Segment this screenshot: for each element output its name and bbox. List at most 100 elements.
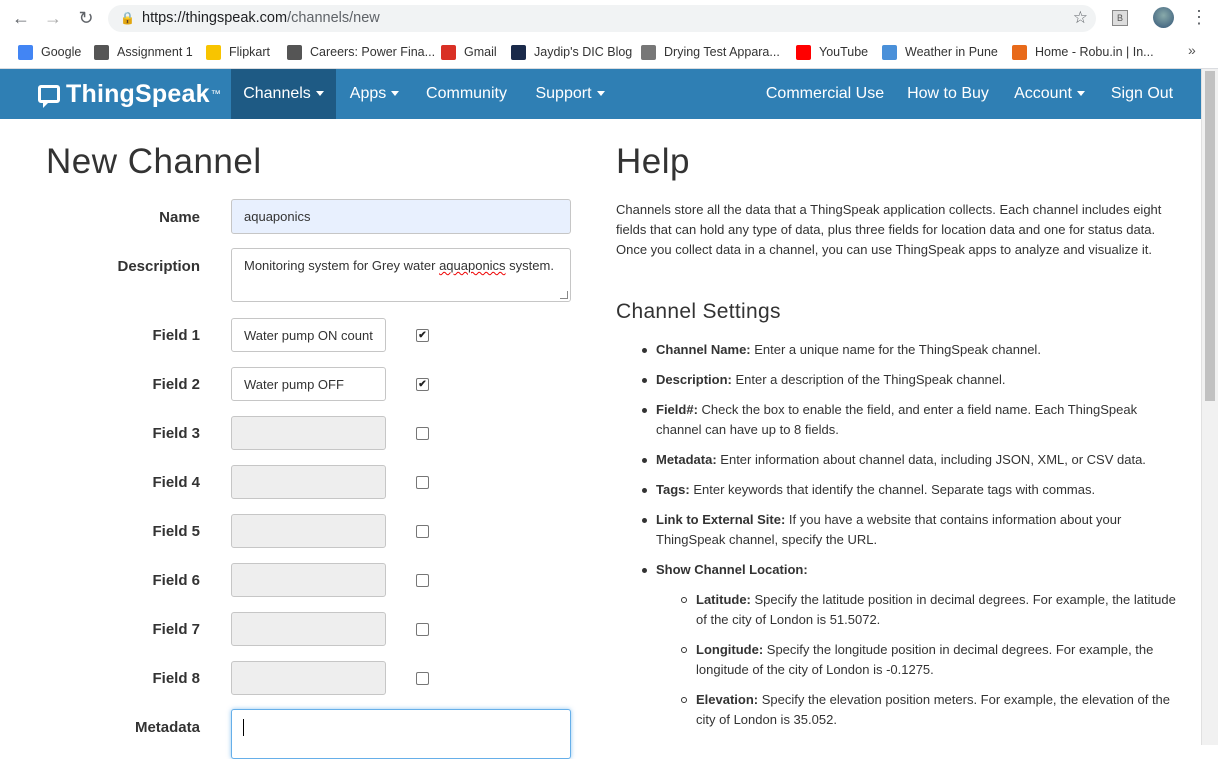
bookmark-item[interactable]: Jaydip's DIC Blog <box>511 42 632 62</box>
help-intro-text: Channels store all the data that a Thing… <box>616 202 1162 257</box>
bookmark-label: Assignment 1 <box>117 45 193 59</box>
help-sub-item: Latitude: Specify the latitude position … <box>696 592 1176 627</box>
nav-how-to-buy[interactable]: How to Buy <box>895 69 1001 119</box>
field-3-input[interactable] <box>231 416 386 450</box>
bookmarks-bar: Google Assignment 1 Flipkart Careers: Power… <box>0 36 1218 69</box>
globe-icon <box>94 44 109 60</box>
nav-channels[interactable]: Channels <box>231 69 336 119</box>
field-2-label: Field 2 <box>152 376 200 393</box>
name-label: Name <box>159 209 200 226</box>
bookmark-label: Careers: Power Fina... <box>310 45 436 59</box>
bookmark-item[interactable]: Home - Robu.in | In... <box>1012 42 1154 62</box>
bookmark-item[interactable]: Google <box>18 42 81 62</box>
help-list-item: Tags: Enter keywords that identify the c… <box>656 482 1096 497</box>
field-1-checkbox[interactable]: ✔ <box>416 329 429 342</box>
field-8-input[interactable] <box>231 661 386 695</box>
thingspeak-logo[interactable]: ThingSpeak ™ <box>38 78 221 110</box>
chat-bubble-icon <box>38 85 60 108</box>
field-2-checkbox[interactable]: ✔ <box>416 378 429 391</box>
bookmark-label: Flipkart <box>229 45 270 59</box>
field-6-checkbox[interactable] <box>416 574 429 587</box>
field-7-label: Field 7 <box>152 621 200 638</box>
field-1-input[interactable]: Water pump ON count <box>231 318 386 352</box>
profile-avatar[interactable] <box>1153 7 1174 28</box>
bookmark-label: Drying Test Appara... <box>664 45 780 59</box>
help-list-item: Show Channel Location: <box>656 562 808 577</box>
url-text: https://thingspeak.com/channels/new <box>142 10 380 26</box>
scrollbar-thumb[interactable] <box>1205 71 1215 401</box>
bookmark-item[interactable]: Gmail <box>441 42 497 62</box>
field-5-checkbox[interactable] <box>416 525 429 538</box>
field-8-checkbox[interactable] <box>416 672 429 685</box>
caret-down-icon <box>315 91 324 97</box>
resize-handle-icon[interactable] <box>560 291 568 299</box>
weather-icon <box>882 44 897 60</box>
address-bar[interactable]: 🔒 https://thingspeak.com/channels/new ☆ <box>108 5 1096 32</box>
bookmark-item[interactable]: Drying Test Appara... <box>641 42 780 62</box>
globe-icon <box>287 44 302 60</box>
description-label: Description <box>117 258 200 275</box>
bookmarks-overflow-button[interactable]: » <box>1188 42 1196 58</box>
nav-support[interactable]: Support <box>520 69 620 119</box>
menu-kebab-icon[interactable]: ⋮ <box>1190 7 1208 28</box>
gmail-icon <box>441 44 456 60</box>
page-scrollbar[interactable] <box>1201 69 1218 745</box>
nav-apps[interactable]: Apps <box>336 69 413 119</box>
help-list-item: Link to External Site: If you have a web… <box>656 512 1122 547</box>
caret-down-icon <box>1076 91 1085 97</box>
metadata-textarea[interactable] <box>231 709 571 759</box>
bullet-icon <box>642 378 647 383</box>
nav-community[interactable]: Community <box>413 69 520 119</box>
bullet-icon <box>642 518 647 523</box>
lock-icon: 🔒 <box>120 11 135 25</box>
flipkart-icon <box>206 44 221 60</box>
help-sub-item: Elevation: Specify the elevation positio… <box>696 692 1171 727</box>
field-2-input[interactable]: Water pump OFF <box>231 367 386 401</box>
help-list-item: Metadata: Enter information about channe… <box>656 452 1146 467</box>
nav-sign-out[interactable]: Sign Out <box>1098 69 1186 119</box>
field-8-label: Field 8 <box>152 670 200 687</box>
robu-icon <box>1012 44 1027 60</box>
bookmark-label: Google <box>41 45 82 59</box>
bookmark-item[interactable]: Careers: Power Fina... <box>287 42 435 62</box>
description-textarea[interactable]: Monitoring system for Grey water aquapon… <box>231 248 571 302</box>
extension-icon[interactable]: B <box>1112 10 1128 26</box>
bookmark-label: Weather in Pune <box>905 45 998 59</box>
field-7-checkbox[interactable] <box>416 623 429 636</box>
google-icon <box>18 44 33 60</box>
channel-name-input[interactable]: aquaponics <box>231 199 571 234</box>
forward-arrow-icon[interactable]: → <box>42 7 64 29</box>
field-1-label: Field 1 <box>152 327 200 344</box>
bookmark-item[interactable]: YouTube <box>796 42 868 62</box>
bullet-icon <box>642 488 647 493</box>
field-5-input[interactable] <box>231 514 386 548</box>
bookmark-item[interactable]: Flipkart <box>206 42 270 62</box>
site-navbar: ThingSpeak ™ Channels Apps Community Support… <box>0 69 1201 119</box>
hollow-bullet-icon <box>681 647 687 653</box>
field-5-label: Field 5 <box>152 523 200 540</box>
help-list-item: Channel Name: Enter a unique name for th… <box>656 342 1041 357</box>
field-6-input[interactable] <box>231 563 386 597</box>
bookmark-label: Jaydip's DIC Blog <box>534 45 633 59</box>
field-3-checkbox[interactable] <box>416 427 429 440</box>
hollow-bullet-icon <box>681 597 687 603</box>
field-7-input[interactable] <box>231 612 386 646</box>
bookmark-star-icon[interactable]: ☆ <box>1073 8 1088 28</box>
bookmark-item[interactable]: Assignment 1 <box>94 42 193 62</box>
page-title: New Channel <box>46 142 262 181</box>
bullet-icon <box>642 458 647 463</box>
metadata-label: Metadata <box>134 719 200 736</box>
field-6-label: Field 6 <box>152 572 200 589</box>
bookmark-item[interactable]: Weather in Pune <box>882 42 998 62</box>
blog-icon <box>511 44 526 60</box>
field-4-input[interactable] <box>231 465 386 499</box>
nav-account[interactable]: Account <box>1001 69 1098 119</box>
field-4-label: Field 4 <box>152 474 200 491</box>
bullet-icon <box>642 568 647 573</box>
bullet-icon <box>642 408 647 413</box>
back-arrow-icon[interactable]: ← <box>10 7 32 29</box>
field-4-checkbox[interactable] <box>416 476 429 489</box>
browser-toolbar: ← → ↻ 🔒 https://thingspeak.com/channels/… <box>0 0 1218 36</box>
reload-icon[interactable]: ↻ <box>75 7 97 29</box>
nav-commercial-use[interactable]: Commercial Use <box>755 69 895 119</box>
